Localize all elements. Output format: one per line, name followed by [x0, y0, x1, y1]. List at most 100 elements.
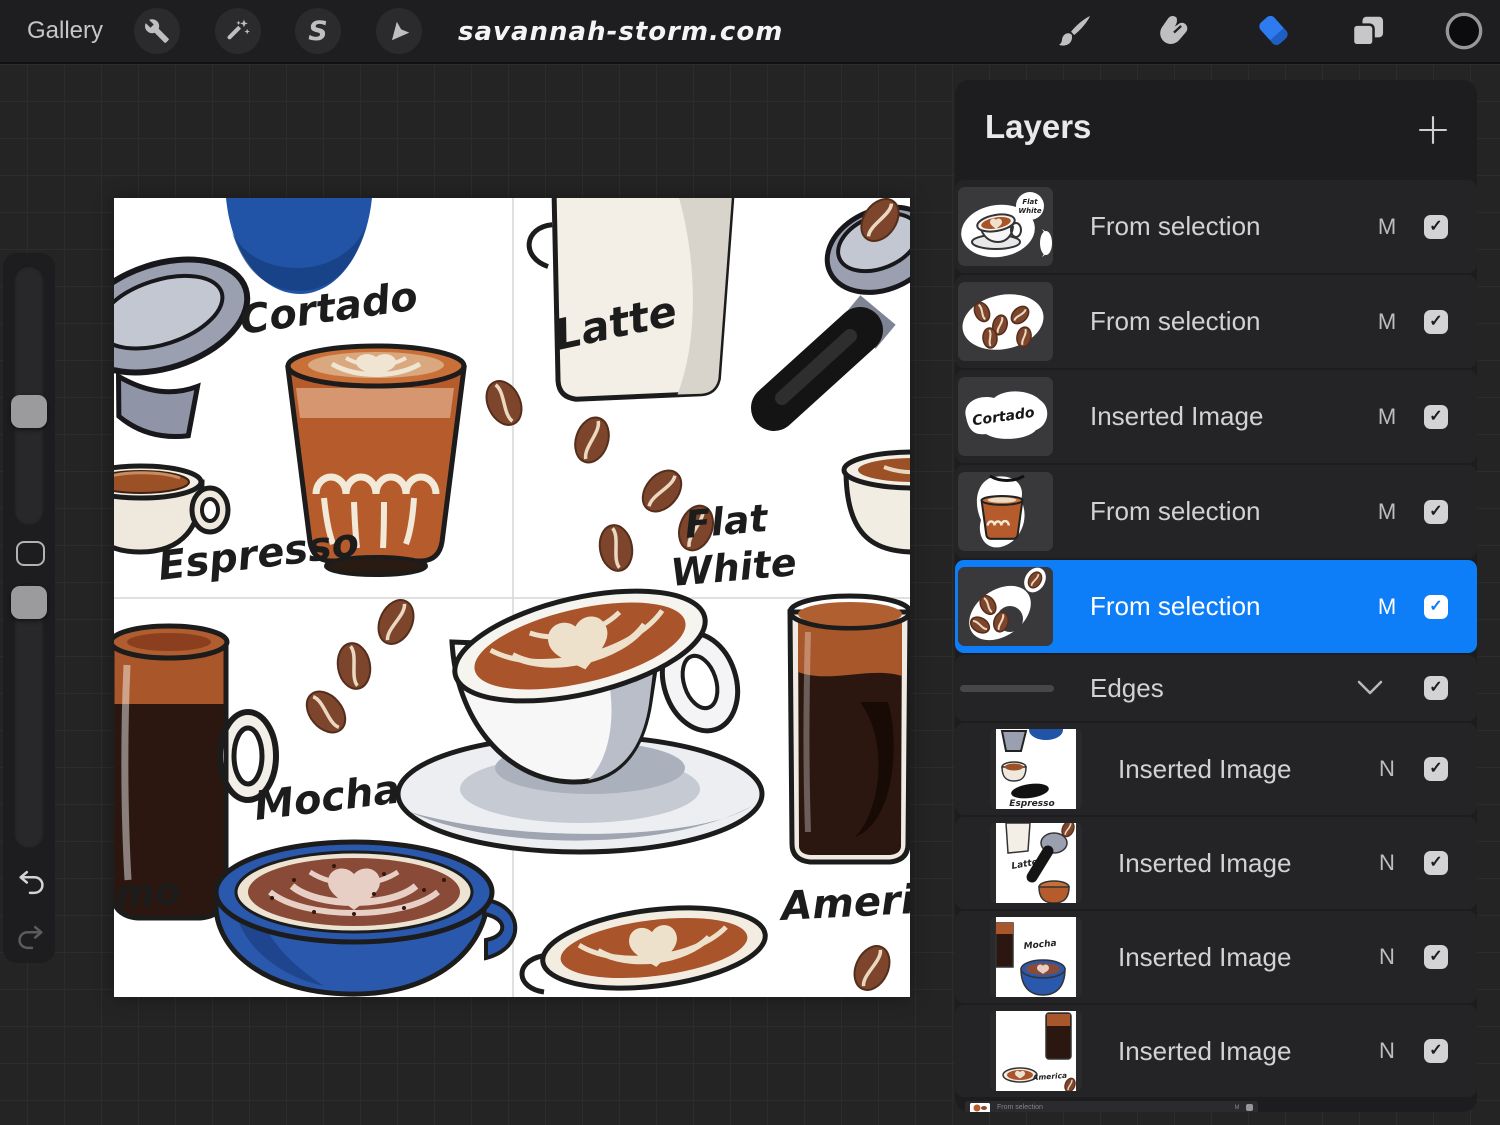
layer-name: From selection — [1090, 560, 1261, 653]
layer-visibility-checkbox[interactable]: ✓ — [1424, 215, 1448, 239]
layer-visibility-checkbox[interactable]: ✓ — [1424, 757, 1448, 781]
partial-label-america: America — [777, 874, 910, 930]
layer-visibility-checkbox[interactable] — [1246, 1104, 1253, 1111]
flat-white-edge-cup-art — [844, 452, 910, 552]
layer-visibility-checkbox[interactable]: ✓ — [1424, 676, 1448, 700]
magic-wand-icon — [225, 18, 251, 44]
blend-mode-badge[interactable]: M — [1365, 560, 1409, 653]
layer-visibility-checkbox[interactable]: ✓ — [1424, 595, 1448, 619]
blend-mode-badge[interactable]: N — [1365, 723, 1409, 815]
layer-thumbnail[interactable]: Mocha — [990, 917, 1082, 997]
layer-row[interactable]: Cortado Inserted Image M ✓ — [955, 370, 1477, 463]
layer-group-row[interactable]: Edges ✓ — [955, 655, 1477, 721]
layer-row[interactable]: From selection M ✓ — [955, 560, 1477, 653]
layer-row[interactable]: From selection M ✓ — [955, 465, 1477, 558]
blend-mode-badge[interactable]: M — [1365, 275, 1409, 368]
plus-icon — [1415, 135, 1451, 152]
partial-label-mo: mo — [114, 869, 182, 917]
layer-row[interactable]: AmericaInserted ImageN✓ — [955, 1005, 1477, 1097]
drawing-canvas[interactable]: Cortado Espresso Latte — [114, 198, 910, 997]
blend-mode-badge[interactable]: M — [1365, 465, 1409, 558]
brush-size-handle[interactable] — [11, 395, 47, 428]
color-swatch-icon — [1444, 11, 1484, 56]
gallery-button[interactable]: Gallery — [27, 0, 103, 62]
layer-name: Inserted Image — [1118, 911, 1291, 1003]
modify-button[interactable] — [16, 541, 45, 566]
layer-row[interactable]: From selectionM — [965, 1101, 1258, 1112]
layer-thumbnail[interactable] — [960, 685, 1054, 692]
chevron-down-icon[interactable] — [1355, 655, 1385, 721]
layer-row[interactable]: Mocha Inserted Image N ✓ — [955, 911, 1477, 1003]
layer-row[interactable]: Latte Inserted Image N ✓ — [955, 817, 1477, 909]
layer-thumbnail[interactable] — [958, 472, 1053, 551]
layers-panel: Layers FlatWhiteFrom selectionM✓From sel… — [955, 80, 1477, 1112]
bottom-cup-art — [522, 897, 770, 997]
side-toolbar — [3, 253, 55, 963]
blend-mode-badge[interactable]: M — [1365, 180, 1409, 273]
wrench-icon — [144, 18, 170, 44]
layer-name: Edges — [1090, 655, 1164, 721]
layer-row[interactable]: From selection M ✓ — [955, 275, 1477, 368]
layer-visibility-checkbox[interactable]: ✓ — [1424, 851, 1448, 875]
undo-button[interactable] — [16, 869, 46, 901]
add-layer-button[interactable] — [1415, 112, 1451, 148]
mocha-cup-art — [216, 842, 515, 994]
layer-visibility-checkbox[interactable]: ✓ — [1424, 405, 1448, 429]
blue-cup-bottom-art — [226, 198, 372, 294]
adjustments-button[interactable] — [215, 8, 261, 54]
layer-thumbnail[interactable]: FlatWhite — [958, 187, 1053, 266]
layer-thumbnail[interactable]: America — [990, 1011, 1082, 1091]
blend-mode-badge[interactable]: M — [1365, 370, 1409, 463]
layer-name: From selection — [1090, 180, 1261, 273]
selection-s-icon: S — [308, 16, 327, 47]
layer-name: Inserted Image — [1118, 817, 1291, 909]
layers-panel-button[interactable] — [1348, 13, 1388, 53]
layer-thumbnail[interactable] — [958, 567, 1053, 646]
coffee-pattern-artwork: Cortado Espresso Latte — [114, 198, 910, 997]
opacity-slider[interactable] — [14, 583, 44, 848]
layer-thumbnail[interactable] — [958, 282, 1053, 361]
brush-icon — [1056, 12, 1094, 55]
flat-white-label-line1: Flat — [683, 496, 771, 547]
layer-visibility-checkbox[interactable]: ✓ — [1424, 945, 1448, 969]
center-flat-white-cup-art — [398, 570, 762, 852]
canvas-title: savannah-storm.com — [458, 0, 783, 62]
smudge-finger-icon — [1155, 12, 1193, 55]
redo-button[interactable] — [16, 924, 46, 956]
layer-thumbnail[interactable]: Latte — [990, 823, 1082, 903]
blend-mode-badge[interactable]: N — [1365, 1005, 1409, 1097]
blend-mode-badge[interactable]: M — [1232, 1101, 1242, 1112]
color-button[interactable] — [1444, 13, 1484, 53]
actions-button[interactable] — [134, 8, 180, 54]
redo-arrow-icon — [16, 938, 46, 955]
layer-name: From selection — [1090, 465, 1261, 558]
americano-glass-art — [790, 596, 910, 862]
erase-tool-button[interactable] — [1254, 13, 1294, 53]
eraser-icon — [1254, 11, 1294, 56]
layer-thumbnail[interactable] — [970, 1103, 990, 1113]
svg-text:White: White — [1018, 207, 1041, 215]
opacity-handle[interactable] — [11, 586, 47, 619]
brush-tool-button[interactable] — [1055, 13, 1095, 53]
layers-panel-header: Layers — [955, 80, 1477, 180]
transform-button[interactable] — [376, 8, 422, 54]
layers-panel-title: Layers — [985, 108, 1091, 146]
layer-name: Inserted Image — [1090, 370, 1263, 463]
svg-text:Espresso: Espresso — [1009, 799, 1054, 809]
layer-thumbnail[interactable]: Espresso — [990, 729, 1082, 809]
layer-thumbnail[interactable]: Cortado — [958, 377, 1053, 456]
layer-visibility-checkbox[interactable]: ✓ — [1424, 500, 1448, 524]
layer-name: From selection — [1090, 275, 1261, 368]
blend-mode-badge[interactable]: N — [1365, 911, 1409, 1003]
selection-button[interactable]: S — [295, 8, 341, 54]
transform-arrow-icon — [386, 18, 412, 44]
layer-name: Inserted Image — [1118, 723, 1291, 815]
layer-row[interactable]: Espresso Inserted Image N ✓ — [955, 723, 1477, 815]
layer-row[interactable]: FlatWhite From selection M ✓ — [955, 180, 1477, 273]
top-toolbar: Gallery S savannah-storm.com — [0, 0, 1500, 64]
smudge-tool-button[interactable] — [1154, 13, 1194, 53]
layer-visibility-checkbox[interactable]: ✓ — [1424, 310, 1448, 334]
svg-text:Flat: Flat — [1022, 198, 1038, 206]
blend-mode-badge[interactable]: N — [1365, 817, 1409, 909]
layer-visibility-checkbox[interactable]: ✓ — [1424, 1039, 1448, 1063]
